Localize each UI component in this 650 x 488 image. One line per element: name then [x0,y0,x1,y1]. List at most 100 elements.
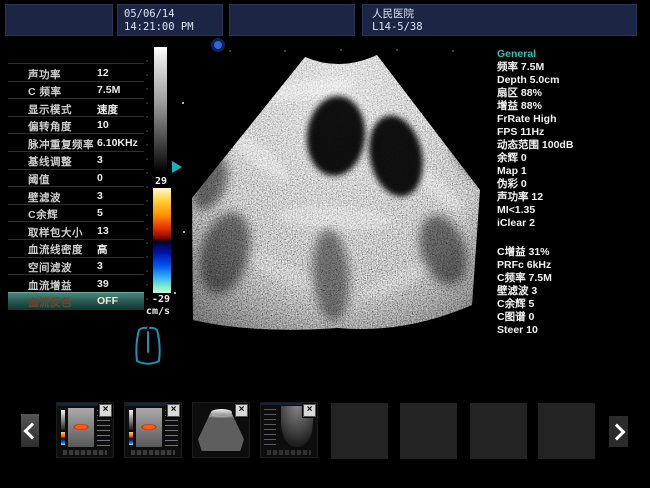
readout-line: 余辉 0 [497,152,647,165]
readout-line: iClear 2 [497,217,647,230]
readout-line: C增益 31% [497,246,647,259]
chevron-right-icon [608,423,625,440]
param-value: OFF [97,295,118,307]
param-label: C 频率 [28,84,62,99]
sidebar-row-1[interactable]: C 频率 7.5M [8,81,144,99]
hospital-name: 人民医院 [362,4,637,21]
param-value: 速度 [97,102,118,117]
readout-line: Steer 10 [497,324,647,337]
readout-line: 增益 88% [497,100,647,113]
param-value: 3 [97,154,103,166]
close-icon[interactable]: × [99,404,112,417]
param-label: 显示模式 [28,102,72,117]
param-label: 声功率 [28,67,61,82]
empty-thumbnail-slot-1 [400,403,457,459]
param-value: 13 [97,225,109,237]
param-value: 3 [97,260,103,272]
param-label: 脉冲重复频率 [28,137,94,152]
sidebar-row-13[interactable]: 血流反色 OFF [8,292,144,310]
velocity-max-label: 29 [144,176,178,187]
focus-position-arrow-icon [172,161,182,173]
readout-line: 扇区 88% [497,87,647,100]
velocity-min-label: -29 [144,294,178,305]
grayscale-bar [154,47,167,172]
readout-line: 频率 7.5M [497,61,647,74]
param-value: 0 [97,172,103,184]
sidebar-row-8[interactable]: C余辉 5 [8,204,144,222]
readout-line: 伪彩 0 [497,178,647,191]
thumbnail-0[interactable]: × [57,403,113,457]
param-label: 血流反色 [28,295,72,310]
scale-marker-dot [174,292,176,294]
depth-ruler [146,60,148,332]
probe-id: L14-5/38 [362,21,637,34]
empty-thumbnail-slot-3 [538,403,595,459]
sidebar-row-3[interactable]: 偏转角度 10 [8,116,144,134]
param-value: 6.10KHz [97,137,138,149]
fan-sector [185,38,497,368]
param-value: 39 [97,278,109,290]
param-label: 偏转角度 [28,119,72,134]
param-value: 12 [97,67,109,79]
readout-line: Depth 5.0cm [497,74,647,87]
thumbnail-3[interactable]: × [261,403,317,457]
gain-marker-dot [182,102,184,104]
param-value: 5 [97,207,103,219]
sidebar-row-11[interactable]: 空间滤波 3 [8,257,144,275]
thumbnail-1[interactable]: × [125,403,181,457]
param-value: 高 [97,242,108,257]
sidebar-row-6[interactable]: 阈值 0 [8,169,144,187]
param-value: 7.5M [97,84,120,96]
readout-line: 壁滤波 3 [497,285,647,298]
sidebar-row-4[interactable]: 脉冲重复频率6.10KHz [8,133,144,151]
param-value: 3 [97,190,103,202]
chevron-left-icon [24,422,41,439]
readout-line: FPS 11Hz [497,126,647,139]
readout-line: PRFc 6kHz [497,259,647,272]
ultrasound-screen: { "top_bar": { "date": "05/06/14", "time… [0,0,650,488]
readout-panel: General频率 7.5MDepth 5.0cm扇区 88%增益 88%FrR… [497,48,647,353]
param-label: 取样包大小 [28,225,83,240]
sidebar-row-5[interactable]: 基线调整3 [8,151,144,169]
filmstrip-prev-button[interactable] [21,414,39,447]
readout-line: C图谱 0 [497,311,647,324]
sidebar-row-10[interactable]: 血流线密度高 [8,239,144,257]
date-text: 05/06/14 [117,4,223,21]
parameter-sidebar: 声功率12C 频率7.5M显示模式速度偏转角度10脉冲重复频率6.10KHz基线… [8,63,144,310]
sidebar-row-9[interactable]: 取样包大小 13 [8,221,144,239]
ultrasound-image[interactable] [185,38,497,368]
param-label: 血流线密度 [28,242,83,257]
orientation-dot [214,41,222,49]
topbar-hospital-probe: 人民医院 L14-5/38 [362,4,637,36]
param-label: C余辉 [28,207,58,222]
topbar-datetime: 05/06/14 14:21:00 PM [117,4,223,36]
sidebar-row-2[interactable]: 显示模式 速度 [8,98,144,116]
filmstrip-next-button[interactable] [609,416,628,447]
readout-line: MI<1.35 [497,204,647,217]
topbar-box-left [5,4,113,36]
sidebar-row-0[interactable]: 声功率 12 [8,63,144,81]
param-value: 10 [97,119,109,131]
body-marker-icon[interactable] [129,325,167,367]
param-label: 阈值 [28,172,50,187]
param-label: 壁滤波 [28,190,61,205]
readout-line: 动态范围 100dB [497,139,647,152]
close-icon[interactable]: × [303,404,316,417]
readout-line: FrRate High [497,113,647,126]
param-label: 空间滤波 [28,260,72,275]
sidebar-row-12[interactable]: 血流增益 39 [8,274,144,292]
close-icon[interactable]: × [235,404,248,417]
readout-line: 声功率 12 [497,191,647,204]
param-label: 血流增益 [28,278,72,293]
thumbnail-2[interactable]: × [193,403,249,457]
sidebar-row-7[interactable]: 壁滤波 3 [8,186,144,204]
readout-line: C频率 7.5M [497,272,647,285]
color-doppler-bar [153,188,171,293]
readout-section-title: General [497,48,647,61]
topbar-box-mid [229,4,355,36]
empty-thumbnail-slot-0 [331,403,388,459]
close-icon[interactable]: × [167,404,180,417]
readout-line: C余辉 5 [497,298,647,311]
velocity-unit-label: cm/s [141,306,175,317]
time-text: 14:21:00 PM [117,21,223,34]
